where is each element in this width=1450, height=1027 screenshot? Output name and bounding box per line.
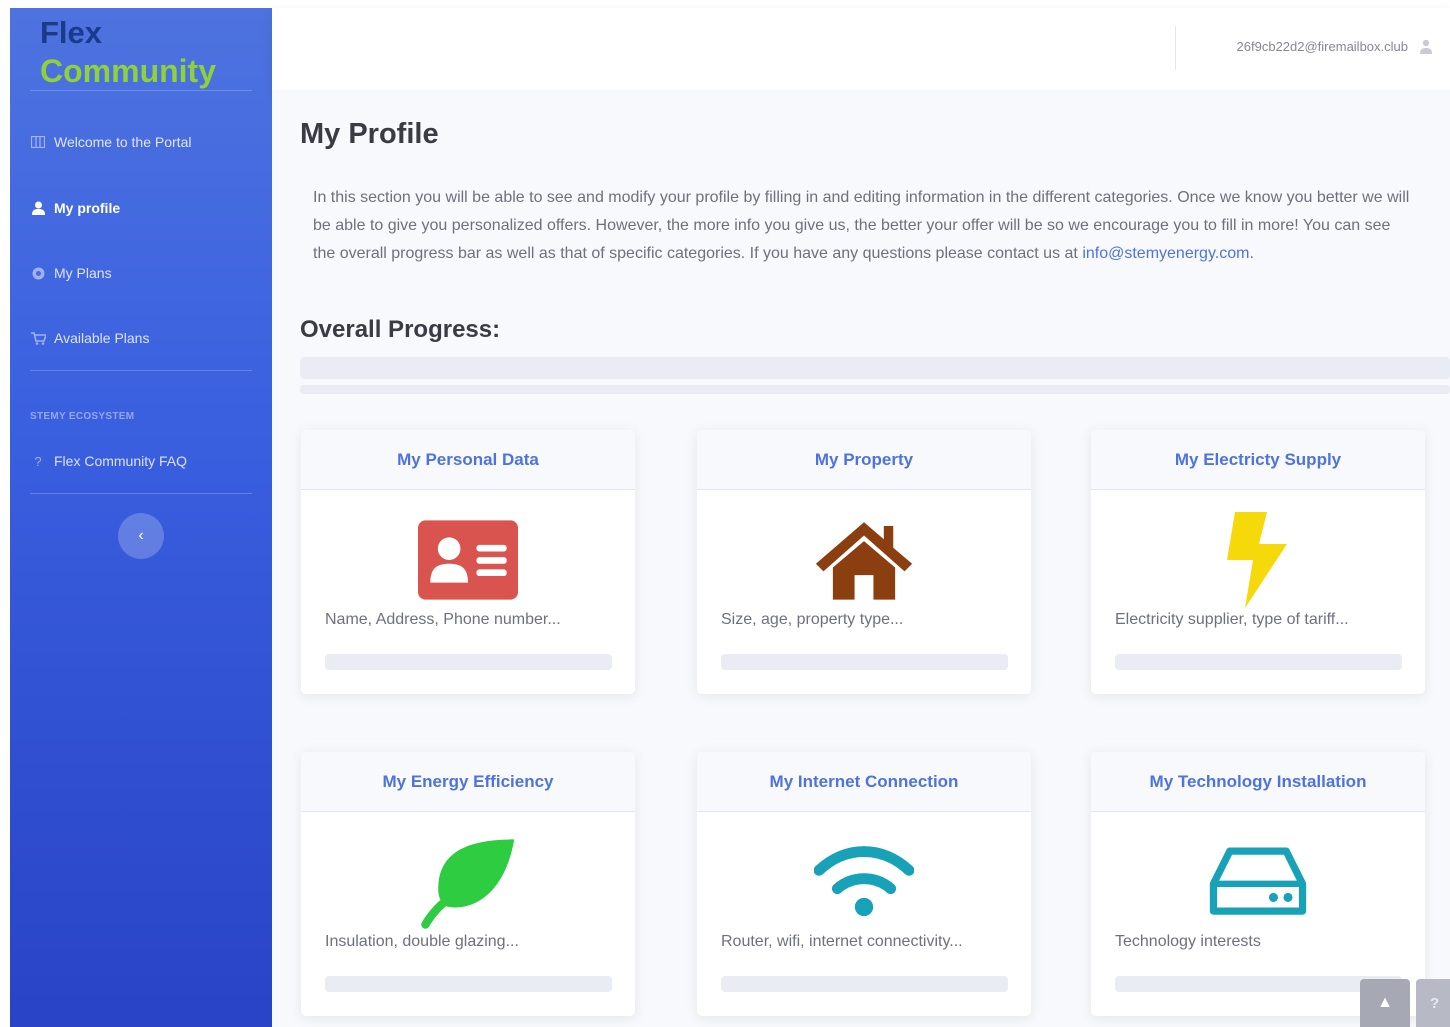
overall-progress-bar: [300, 357, 1450, 379]
sidebar-item-label: My profile: [54, 200, 121, 216]
id-card-icon: [418, 514, 518, 606]
columns-icon: [30, 136, 46, 148]
intro-end: .: [1249, 245, 1254, 262]
sidebar-item-label: My Plans: [54, 265, 112, 281]
chevron-left-icon: ‹: [138, 527, 144, 544]
sidebar: Flex Community Welcome to the Portal My …: [10, 8, 272, 1027]
chevron-up-icon: ▲: [1377, 994, 1393, 1011]
sidebar-item-my-plans[interactable]: My Plans: [30, 261, 112, 285]
leaf-icon: [418, 836, 518, 929]
help-button[interactable]: ?: [1416, 979, 1450, 1027]
card-progress-bar: [721, 976, 1008, 992]
sidebar-divider: [30, 90, 252, 91]
sidebar-item-welcome[interactable]: Welcome to the Portal: [30, 130, 191, 154]
card-description: Size, age, property type...: [721, 611, 904, 628]
card-technology-installation[interactable]: My Technology Installation Technology in…: [1091, 752, 1425, 1016]
card-description: Technology interests: [1115, 933, 1261, 950]
overall-progress-track: [300, 385, 1450, 394]
sidebar-section-heading: STEMY ECOSYSTEM: [30, 411, 135, 422]
card-progress-bar: [1115, 976, 1402, 992]
sidebar-item-available-plans[interactable]: Available Plans: [30, 326, 149, 350]
main-content: My Profile In this section you will be a…: [272, 90, 1450, 1027]
sidebar-divider: [30, 493, 252, 494]
contact-email-link[interactable]: info@stemyenergy.com: [1082, 245, 1249, 262]
card-internet-connection[interactable]: My Internet Connection Router, wifi, int…: [697, 752, 1031, 1016]
sidebar-item-label: Available Plans: [54, 330, 150, 346]
intro-text: In this section you will be able to see …: [313, 184, 1413, 268]
sidebar-item-faq[interactable]: ? Flex Community FAQ: [30, 449, 187, 473]
sidebar-item-label: Flex Community FAQ: [54, 453, 188, 469]
sidebar-item-label: Welcome to the Portal: [54, 134, 192, 150]
card-title[interactable]: My Property: [697, 430, 1031, 490]
sidebar-item-my-profile[interactable]: My profile: [30, 196, 120, 220]
card-property[interactable]: My Property Size, age, property type...: [697, 430, 1031, 694]
question-icon: ?: [34, 453, 42, 469]
circle-icon: [30, 267, 46, 280]
overall-progress-title: Overall Progress:: [300, 316, 501, 343]
card-progress-bar: [325, 976, 612, 992]
card-energy-efficiency[interactable]: My Energy Efficiency Insulation, double …: [301, 752, 635, 1016]
card-title[interactable]: My Personal Data: [301, 430, 635, 490]
page-title: My Profile: [300, 118, 439, 150]
card-title[interactable]: My Technology Installation: [1091, 752, 1425, 812]
user-avatar-icon[interactable]: [1420, 39, 1434, 55]
help-icon: ?: [1430, 994, 1440, 1012]
scroll-to-top-button[interactable]: ▲: [1360, 979, 1410, 1027]
topbar-divider: [1175, 26, 1176, 70]
brand-logo[interactable]: Flex Community: [40, 14, 216, 90]
cart-icon: [30, 331, 46, 345]
card-description: Insulation, double glazing...: [325, 933, 519, 950]
card-progress-bar: [721, 654, 1008, 670]
card-description: Router, wifi, internet connectivity...: [721, 933, 963, 950]
card-progress-bar: [325, 654, 612, 670]
card-progress-bar: [1115, 654, 1402, 670]
sidebar-toggle-button[interactable]: ‹: [118, 513, 164, 559]
lightning-icon: [1208, 512, 1308, 608]
card-title[interactable]: My Energy Efficiency: [301, 752, 635, 812]
hdd-icon: [1208, 836, 1308, 928]
wifi-icon: [814, 836, 914, 928]
brand-line-1: Flex: [40, 15, 103, 50]
brand-line-2: Community: [40, 53, 216, 89]
card-personal-data[interactable]: My Personal Data Name, Address, Phone nu…: [301, 430, 635, 694]
card-description: Electricity supplier, type of tariff...: [1115, 611, 1349, 628]
user-icon: [30, 201, 46, 215]
card-title[interactable]: My Internet Connection: [697, 752, 1031, 812]
topbar: 26f9cb22d2@firemailbox.club: [272, 8, 1450, 90]
user-email[interactable]: 26f9cb22d2@firemailbox.club: [1237, 39, 1408, 54]
card-description: Name, Address, Phone number...: [325, 611, 561, 628]
card-electricity-supply[interactable]: My Electricty Supply Electricity supplie…: [1091, 430, 1425, 694]
sidebar-divider: [30, 370, 252, 371]
house-icon: [814, 514, 914, 606]
card-title[interactable]: My Electricty Supply: [1091, 430, 1425, 490]
